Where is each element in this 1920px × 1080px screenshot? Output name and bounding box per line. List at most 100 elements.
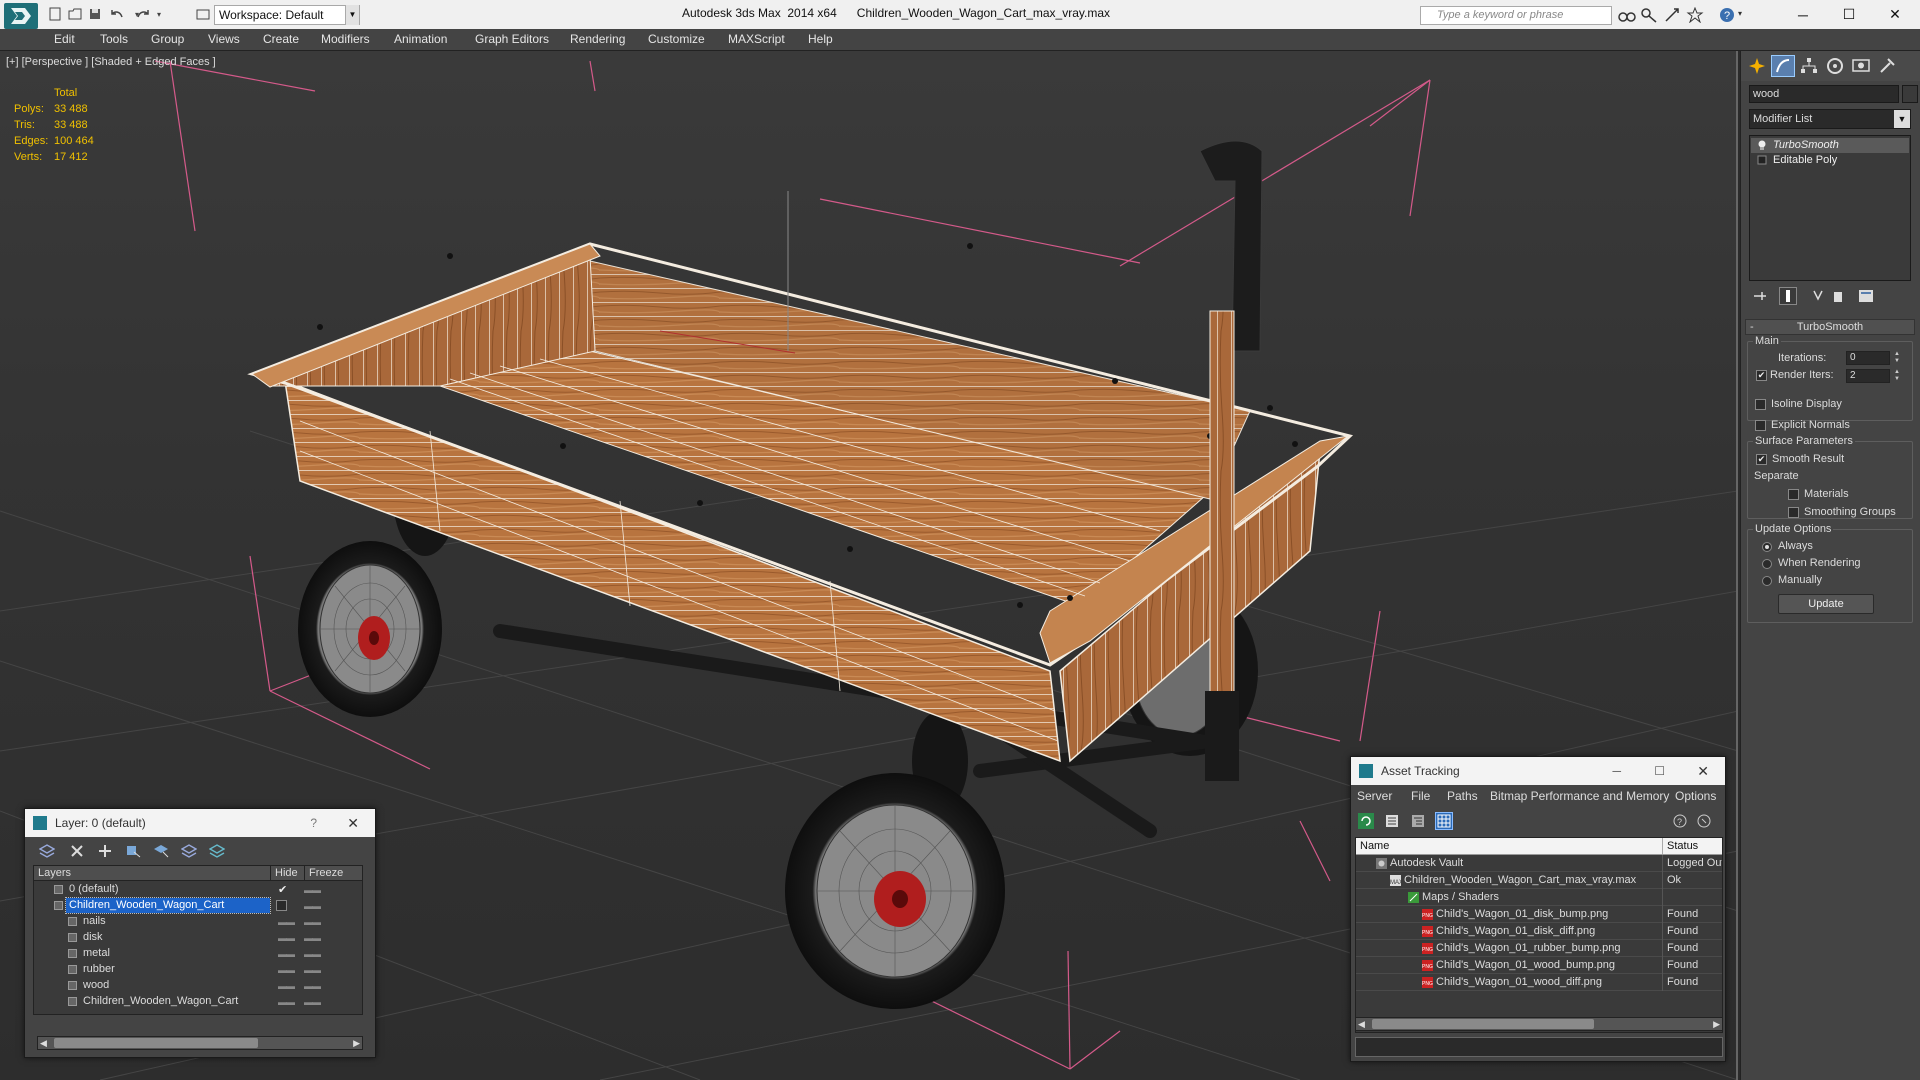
menu-graph-editors[interactable]: Graph Editors bbox=[475, 32, 549, 46]
open-file-icon[interactable] bbox=[66, 6, 84, 22]
menu-modifiers[interactable]: Modifiers bbox=[321, 32, 370, 46]
close-icon[interactable]: ✕ bbox=[347, 809, 359, 837]
display-tab-icon[interactable] bbox=[1849, 55, 1873, 77]
layer-row[interactable]: wood ▬▬ ▬▬ bbox=[34, 978, 362, 994]
menu-server[interactable]: Server bbox=[1357, 789, 1392, 803]
menu-maxscript[interactable]: MAXScript bbox=[728, 32, 785, 46]
redo-dropdown-icon[interactable]: ▾ bbox=[150, 6, 168, 22]
workspace-menu-arrow[interactable]: ▼ bbox=[345, 5, 359, 25]
menu-tools[interactable]: Tools bbox=[100, 32, 128, 46]
asset-row[interactable]: PNG Child's_Wagon_01_wood_diff.png Found bbox=[1356, 974, 1722, 991]
layers-icon[interactable] bbox=[37, 841, 57, 861]
hide-toggle[interactable]: ▬▬ bbox=[278, 978, 295, 994]
materials-checkbox[interactable] bbox=[1788, 489, 1799, 500]
object-color-swatch[interactable] bbox=[1902, 85, 1918, 103]
asset-row[interactable]: PNG Child's_Wagon_01_rubber_bump.png Fou… bbox=[1356, 940, 1722, 957]
layer-row[interactable]: disk ▬▬ ▬▬ bbox=[34, 930, 362, 946]
layer-dialog-titlebar[interactable]: Layer: 0 (default) ? ✕ bbox=[25, 809, 375, 837]
layer-row[interactable]: 0 (default) ✔ ▬▬ bbox=[34, 882, 362, 898]
project-folder-icon[interactable] bbox=[194, 6, 212, 22]
when-rendering-radio[interactable] bbox=[1762, 559, 1772, 569]
asset-path-field[interactable] bbox=[1355, 1037, 1723, 1057]
menu-options[interactable]: Options bbox=[1675, 789, 1716, 803]
save-file-icon[interactable] bbox=[86, 6, 104, 22]
binoculars-icon[interactable] bbox=[1618, 7, 1636, 23]
delete-layer-icon[interactable] bbox=[67, 841, 87, 861]
table-view-icon[interactable] bbox=[1435, 812, 1453, 830]
freeze-all-icon[interactable] bbox=[207, 841, 227, 861]
asset-row[interactable]: Maps / Shaders bbox=[1356, 889, 1722, 906]
workspace-dropdown[interactable]: Workspace: Default▾ bbox=[214, 5, 360, 25]
minimize-button[interactable]: ─ bbox=[1780, 0, 1826, 29]
hide-all-icon[interactable] bbox=[179, 841, 199, 861]
menu-animation[interactable]: Animation bbox=[394, 32, 447, 46]
scroll-left-icon[interactable]: ◀ bbox=[40, 1037, 47, 1049]
menu-edit[interactable]: Edit bbox=[54, 32, 75, 46]
create-tab-icon[interactable] bbox=[1745, 55, 1769, 77]
search-input[interactable]: Type a keyword or phrase bbox=[1420, 6, 1612, 25]
menu-rendering[interactable]: Rendering bbox=[570, 32, 625, 46]
freeze-toggle[interactable]: ▬▬ bbox=[304, 882, 321, 898]
lightbulb-icon[interactable] bbox=[1757, 140, 1767, 151]
asset-row[interactable]: PNG Child's_Wagon_01_disk_bump.png Found bbox=[1356, 906, 1722, 923]
help-dropdown-icon[interactable]: ▾ bbox=[1738, 9, 1756, 25]
hierarchy-tab-icon[interactable] bbox=[1797, 55, 1821, 77]
asset-list[interactable]: Name Status Autodesk Vault Logged Out MA… bbox=[1355, 837, 1723, 1033]
expand-icon[interactable] bbox=[1757, 155, 1767, 166]
freeze-toggle[interactable]: ▬▬ bbox=[304, 994, 321, 1010]
menu-help[interactable]: Help bbox=[808, 32, 833, 46]
help-icon[interactable]: ? bbox=[1671, 812, 1689, 830]
column-hide[interactable]: Hide bbox=[270, 866, 298, 880]
make-unique-icon[interactable] bbox=[1809, 287, 1827, 305]
utilities-tab-icon[interactable] bbox=[1875, 55, 1899, 77]
scroll-thumb[interactable] bbox=[54, 1038, 258, 1048]
hide-toggle[interactable]: ▬▬ bbox=[278, 930, 295, 946]
context-help-icon[interactable] bbox=[1695, 812, 1713, 830]
hide-toggle[interactable]: ▬▬ bbox=[278, 914, 295, 930]
asset-row[interactable]: Autodesk Vault Logged Out bbox=[1356, 855, 1722, 872]
update-button[interactable]: Update bbox=[1778, 594, 1874, 614]
tree-view-icon[interactable] bbox=[1409, 812, 1427, 830]
asset-tracking-dialog[interactable]: Asset Tracking ─ ☐ ✕ Server File Paths B… bbox=[1350, 756, 1726, 1062]
manually-radio[interactable] bbox=[1762, 576, 1772, 586]
undo-icon[interactable] bbox=[108, 6, 126, 22]
key-icon[interactable] bbox=[1640, 7, 1658, 23]
spinner-arrows-icon[interactable]: ▲ ▼ bbox=[1892, 369, 1902, 383]
column-layers[interactable]: Layers bbox=[38, 866, 71, 880]
freeze-toggle[interactable]: ▬▬ bbox=[304, 930, 321, 946]
asset-horizontal-scrollbar[interactable]: ◀ ▶ bbox=[1355, 1017, 1723, 1031]
list-view-icon[interactable] bbox=[1383, 812, 1401, 830]
column-status[interactable]: Status bbox=[1662, 838, 1698, 854]
asset-tracking-titlebar[interactable]: Asset Tracking ─ ☐ ✕ bbox=[1351, 757, 1725, 785]
menu-bitmap-performance[interactable]: Bitmap Performance and Memory bbox=[1490, 789, 1669, 803]
freeze-toggle[interactable]: ▬▬ bbox=[304, 898, 321, 914]
column-name[interactable]: Name bbox=[1360, 838, 1389, 854]
close-button[interactable]: ✕ bbox=[1872, 0, 1918, 29]
asset-row[interactable]: PNG Child's_Wagon_01_wood_bump.png Found bbox=[1356, 957, 1722, 974]
scroll-right-icon[interactable]: ▶ bbox=[1713, 1018, 1720, 1030]
app-menu-button[interactable] bbox=[4, 3, 38, 29]
menu-paths[interactable]: Paths bbox=[1447, 789, 1478, 803]
current-layer-check-icon[interactable]: ✔ bbox=[278, 882, 287, 898]
maximize-button[interactable]: ☐ bbox=[1654, 757, 1665, 785]
stack-item-turbosmooth[interactable]: TurboSmooth bbox=[1751, 138, 1909, 153]
freeze-toggle[interactable]: ▬▬ bbox=[304, 978, 321, 994]
layer-name[interactable]: wood bbox=[80, 978, 112, 993]
layer-name[interactable]: Children_Wooden_Wagon_Cart bbox=[80, 994, 241, 1009]
menu-create[interactable]: Create bbox=[263, 32, 299, 46]
highlight-layer-icon[interactable] bbox=[151, 841, 171, 861]
help-icon[interactable]: ? bbox=[310, 809, 317, 837]
asset-row[interactable]: MAX Children_Wooden_Wagon_Cart_max_vray.… bbox=[1356, 872, 1722, 889]
stack-item-editable-poly[interactable]: Editable Poly bbox=[1751, 153, 1909, 168]
exchange-icon[interactable] bbox=[1664, 7, 1682, 23]
layer-name[interactable]: disk bbox=[80, 930, 106, 945]
layer-name[interactable]: Children_Wooden_Wagon_Cart bbox=[65, 897, 271, 914]
new-file-icon[interactable] bbox=[46, 6, 64, 22]
perspective-viewport[interactable]: [+] [Perspective ] [Shaded + Edged Faces… bbox=[0, 51, 1738, 1080]
layer-row[interactable]: nails ▬▬ ▬▬ bbox=[34, 914, 362, 930]
object-name-field[interactable]: wood bbox=[1749, 85, 1899, 103]
scroll-thumb[interactable] bbox=[1372, 1019, 1594, 1029]
turbosmooth-rollout-header[interactable]: - TurboSmooth bbox=[1745, 319, 1915, 335]
menu-views[interactable]: Views bbox=[208, 32, 240, 46]
modifier-stack[interactable]: TurboSmooth Editable Poly bbox=[1749, 135, 1911, 281]
